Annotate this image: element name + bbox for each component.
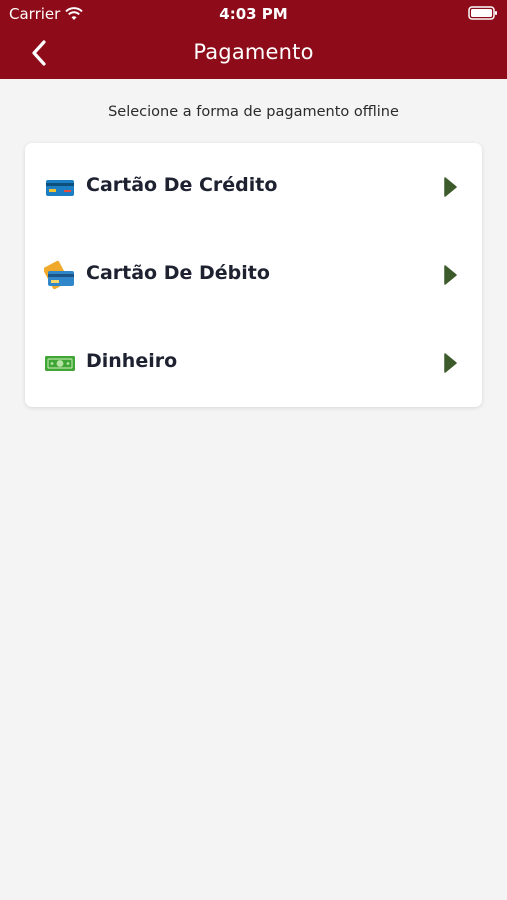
payment-options-card: Cartão De Crédito Cartão De Débito Dinhe… <box>25 143 482 407</box>
page-title: Pagamento <box>193 40 314 64</box>
clock: 4:03 PM <box>219 5 288 23</box>
instruction-text: Selecione a forma de pagamento offline <box>108 104 399 120</box>
status-bar: Carrier 4:03 PM <box>0 0 507 28</box>
arrow-right-icon <box>444 353 457 373</box>
app-header: Carrier 4:03 PM Pagamento <box>0 0 507 79</box>
arrow-right-icon <box>444 177 457 197</box>
payment-option-credit-card[interactable]: Cartão De Crédito <box>25 143 482 231</box>
payment-option-label: Dinheiro <box>86 350 178 372</box>
payment-option-label: Cartão De Crédito <box>86 174 278 196</box>
navigation-bar: Pagamento <box>0 28 507 79</box>
payment-option-label: Cartão De Débito <box>86 262 270 284</box>
debit-card-icon <box>44 260 74 290</box>
payment-option-debit-card[interactable]: Cartão De Débito <box>25 231 482 319</box>
credit-card-icon <box>46 180 74 196</box>
battery-icon <box>468 6 497 20</box>
payment-option-cash[interactable]: Dinheiro <box>25 319 482 407</box>
arrow-right-icon <box>444 265 457 285</box>
cash-icon <box>45 356 75 371</box>
